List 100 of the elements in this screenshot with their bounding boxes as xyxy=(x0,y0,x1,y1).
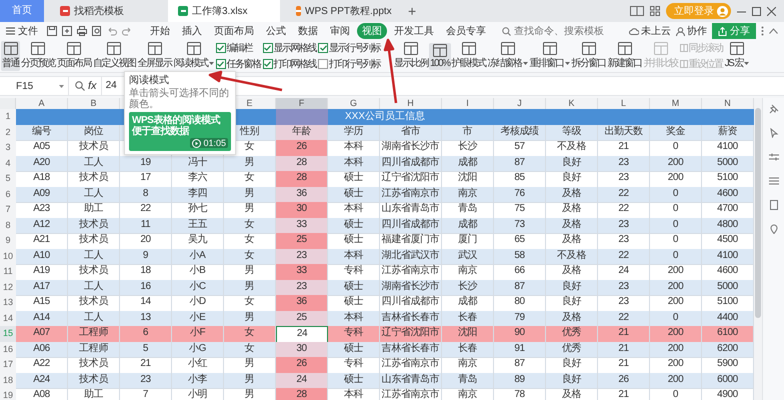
ribbon-button[interactable]: 护眼模式 xyxy=(450,41,487,71)
row-number[interactable]: 7 xyxy=(0,202,16,218)
table-cell: 小C xyxy=(172,280,224,296)
row-number[interactable]: 13 xyxy=(0,295,16,312)
table-cell: 28 xyxy=(276,388,328,400)
table-cell: 21 xyxy=(598,342,650,358)
document-tab[interactable]: 找稻壳模板 xyxy=(50,0,162,22)
table-cell: 江苏省南京市 xyxy=(380,186,442,203)
person-icon xyxy=(676,26,685,36)
ribbon-tab[interactable]: 数据 xyxy=(293,23,323,39)
ribbon-tab[interactable]: 审阅 xyxy=(325,23,355,39)
ribbon-tab[interactable]: 公式 xyxy=(261,23,291,39)
row-number[interactable]: 9 xyxy=(0,233,16,250)
document-tab[interactable]: 工作簿3.xlsx xyxy=(168,0,280,22)
ribbon-tab[interactable]: 插入 xyxy=(177,23,207,39)
ribbon-tab[interactable]: 开发工具 xyxy=(389,23,439,39)
cloud-status[interactable]: 未上云 xyxy=(629,24,671,38)
table-cell: 200 xyxy=(650,372,702,389)
collaborate-link[interactable]: 协作 xyxy=(676,24,707,38)
table-cell: 长春 xyxy=(442,342,494,358)
ribbon-button[interactable]: 100% xyxy=(429,42,451,70)
row-number[interactable]: 1 xyxy=(0,109,16,126)
redo-icon[interactable] xyxy=(122,26,132,36)
checkbox[interactable] xyxy=(318,59,328,69)
ribbon-tab[interactable]: 页面布局 xyxy=(209,23,259,39)
ribbon-tab[interactable]: 视图 xyxy=(357,23,387,39)
row-number[interactable]: 19 xyxy=(0,388,16,400)
scrollbar-thumb[interactable] xyxy=(755,108,761,318)
checkbox[interactable] xyxy=(216,43,226,53)
table-cell: 四川省成都市 xyxy=(380,156,442,172)
document-icon[interactable] xyxy=(769,200,779,210)
ribbon-button[interactable]: 拆分窗口 xyxy=(570,41,607,71)
window-layout-icon[interactable] xyxy=(630,6,644,16)
list-icon[interactable] xyxy=(769,176,779,186)
checkbox-option[interactable]: 任务窗格 xyxy=(216,57,260,71)
collapse-icon[interactable] xyxy=(769,28,778,34)
more-icon[interactable] xyxy=(761,26,764,36)
checkbox-option[interactable]: 显示行号列标 xyxy=(318,41,380,55)
pointer-icon[interactable] xyxy=(769,128,779,138)
ribbon-button[interactable]: 全屏显示 xyxy=(136,41,172,71)
table-cell: 本科 xyxy=(328,248,380,265)
row-number[interactable]: 5 xyxy=(0,171,16,188)
row-number[interactable]: 11 xyxy=(0,264,16,280)
print-icon[interactable] xyxy=(77,26,87,36)
table-cell: 8 xyxy=(120,186,172,203)
checkbox-option[interactable]: 打印行号列标 xyxy=(318,57,380,71)
table-cell: 13 xyxy=(120,310,172,327)
formula-input[interactable]: 24 xyxy=(106,77,117,95)
table-cell: 吉林省长春市 xyxy=(380,310,442,327)
checkbox[interactable] xyxy=(216,59,226,69)
search-field[interactable]: 查找命令、搜索模板 xyxy=(502,26,610,36)
table-cell: 女 xyxy=(224,342,276,358)
ribbon-button[interactable]: JS 宏 xyxy=(724,41,750,71)
ribbon-button[interactable]: 分页预览 xyxy=(20,41,56,71)
ribbon-button[interactable]: 自定义视图 xyxy=(92,41,136,71)
table-cell: 吉林省长春市 xyxy=(380,342,442,358)
video-card[interactable]: WPS表格的阅读模式便于查找数据 01:05 xyxy=(129,112,231,151)
ribbon-button[interactable]: 重排窗口 xyxy=(528,41,571,71)
window-icon xyxy=(106,42,122,55)
save-icon[interactable] xyxy=(47,26,57,36)
sliders-icon[interactable] xyxy=(769,152,779,162)
close-icon[interactable] xyxy=(767,6,776,16)
ribbon-button[interactable]: 显示比例 xyxy=(393,41,429,71)
table-cell: 工人 xyxy=(68,248,120,265)
ribbon-tab[interactable]: 开始 xyxy=(145,23,175,39)
zoom-icon[interactable] xyxy=(75,81,85,91)
ribbon-button[interactable]: 页面布局 xyxy=(56,41,92,71)
grid-icon[interactable] xyxy=(650,6,660,16)
table-cell: 不及格 xyxy=(546,248,598,265)
checkbox[interactable] xyxy=(262,43,272,53)
table-cell: 89 xyxy=(494,372,546,389)
table-cell: 四川省成都市 xyxy=(380,218,442,234)
checkbox[interactable] xyxy=(262,59,272,69)
ribbon-button[interactable]: 冻结窗格 xyxy=(486,41,529,71)
checkbox[interactable] xyxy=(318,43,328,53)
table-cell: 及格 xyxy=(546,218,598,234)
file-menu[interactable]: 文件 xyxy=(6,24,38,38)
ribbon-tab[interactable]: 会员专享 xyxy=(441,23,491,39)
preview-icon[interactable] xyxy=(92,26,102,36)
pin-icon[interactable] xyxy=(769,104,779,114)
checkbox-option[interactable]: 编辑栏 xyxy=(216,41,260,55)
maximize-icon[interactable] xyxy=(752,6,761,16)
checkbox-option[interactable]: 显示网格线 xyxy=(262,41,316,55)
file-type-icon xyxy=(60,6,70,16)
ribbon-button[interactable]: 新建窗口 xyxy=(606,41,643,71)
document-tab[interactable]: WPS PPT教程.pptx xyxy=(286,0,398,22)
location-icon[interactable] xyxy=(769,224,779,234)
ribbon-button[interactable]: 阅读模式 xyxy=(172,41,214,71)
new-tab-button[interactable]: + xyxy=(404,3,420,19)
window-icon xyxy=(2,42,18,55)
table-cell: A09 xyxy=(16,186,68,203)
table-cell: 本科 xyxy=(328,156,380,172)
checkbox-option[interactable]: 打印网格线 xyxy=(262,57,316,71)
row-number[interactable]: 17 xyxy=(0,357,16,374)
function-label[interactable]: fx xyxy=(88,80,97,92)
ribbon-button[interactable]: 普通 xyxy=(1,41,20,71)
undo-icon[interactable] xyxy=(107,26,117,36)
row-number[interactable]: 3 xyxy=(0,140,16,156)
cell-reference-field[interactable]: F15 xyxy=(0,77,69,95)
table-cell: 58 xyxy=(494,248,546,265)
